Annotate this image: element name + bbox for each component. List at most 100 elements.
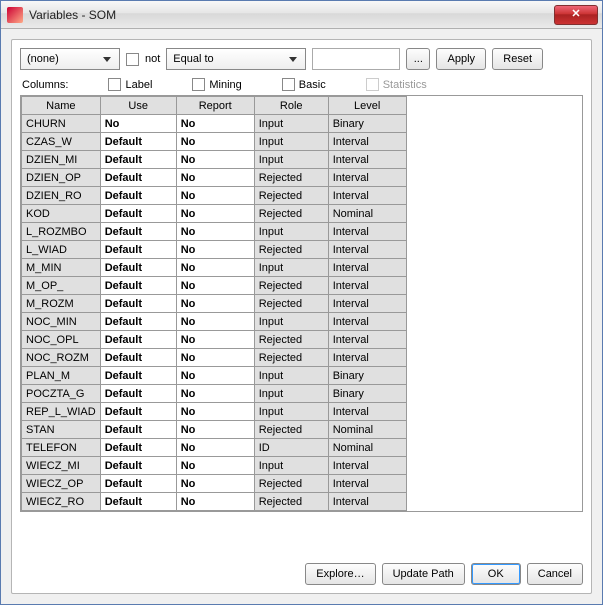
- table-row[interactable]: CHURNNoNoInputBinary: [22, 115, 407, 133]
- cell-role[interactable]: Input: [254, 403, 328, 421]
- cell-use[interactable]: Default: [100, 151, 176, 169]
- cell-level[interactable]: Interval: [328, 241, 406, 259]
- cell-name[interactable]: NOC_MIN: [22, 313, 101, 331]
- cell-role[interactable]: Input: [254, 367, 328, 385]
- cell-name[interactable]: DZIEN_RO: [22, 187, 101, 205]
- cell-use[interactable]: Default: [100, 331, 176, 349]
- cell-level[interactable]: Interval: [328, 493, 406, 511]
- table-row[interactable]: NOC_MINDefaultNoInputInterval: [22, 313, 407, 331]
- cell-level[interactable]: Interval: [328, 133, 406, 151]
- cell-role[interactable]: Rejected: [254, 295, 328, 313]
- cell-level[interactable]: Interval: [328, 331, 406, 349]
- cell-level[interactable]: Binary: [328, 367, 406, 385]
- cell-report[interactable]: No: [176, 475, 254, 493]
- cell-role[interactable]: Rejected: [254, 187, 328, 205]
- cell-report[interactable]: No: [176, 223, 254, 241]
- explore-button[interactable]: Explore…: [305, 563, 375, 585]
- cell-level[interactable]: Interval: [328, 295, 406, 313]
- cell-level[interactable]: Interval: [328, 313, 406, 331]
- cell-role[interactable]: Input: [254, 133, 328, 151]
- cell-level[interactable]: Interval: [328, 151, 406, 169]
- table-row[interactable]: L_WIADDefaultNoRejectedInterval: [22, 241, 407, 259]
- cell-use[interactable]: No: [100, 115, 176, 133]
- table-row[interactable]: REP_L_WIADDefaultNoInputInterval: [22, 403, 407, 421]
- table-row[interactable]: NOC_ROZMDefaultNoRejectedInterval: [22, 349, 407, 367]
- mining-checkbox[interactable]: [192, 78, 205, 91]
- cell-name[interactable]: DZIEN_MI: [22, 151, 101, 169]
- table-row[interactable]: WIECZ_MIDefaultNoInputInterval: [22, 457, 407, 475]
- cell-role[interactable]: Input: [254, 259, 328, 277]
- cell-use[interactable]: Default: [100, 277, 176, 295]
- table-row[interactable]: POCZTA_GDefaultNoInputBinary: [22, 385, 407, 403]
- cell-level[interactable]: Interval: [328, 223, 406, 241]
- cell-name[interactable]: M_MIN: [22, 259, 101, 277]
- cell-role[interactable]: Rejected: [254, 205, 328, 223]
- cell-role[interactable]: Rejected: [254, 241, 328, 259]
- cell-role[interactable]: Input: [254, 385, 328, 403]
- table-row[interactable]: L_ROZMBODefaultNoInputInterval: [22, 223, 407, 241]
- cell-name[interactable]: TELEFON: [22, 439, 101, 457]
- cell-role[interactable]: Input: [254, 151, 328, 169]
- cell-report[interactable]: No: [176, 457, 254, 475]
- cell-report[interactable]: No: [176, 367, 254, 385]
- cell-report[interactable]: No: [176, 295, 254, 313]
- cell-name[interactable]: REP_L_WIAD: [22, 403, 101, 421]
- cell-level[interactable]: Interval: [328, 349, 406, 367]
- cell-use[interactable]: Default: [100, 259, 176, 277]
- cell-level[interactable]: Nominal: [328, 421, 406, 439]
- cell-level[interactable]: Interval: [328, 277, 406, 295]
- cell-name[interactable]: M_ROZM: [22, 295, 101, 313]
- cell-level[interactable]: Interval: [328, 259, 406, 277]
- table-row[interactable]: TELEFONDefaultNoIDNominal: [22, 439, 407, 457]
- cell-report[interactable]: No: [176, 331, 254, 349]
- cell-level[interactable]: Interval: [328, 403, 406, 421]
- cell-name[interactable]: WIECZ_MI: [22, 457, 101, 475]
- cell-role[interactable]: Rejected: [254, 277, 328, 295]
- table-row[interactable]: CZAS_WDefaultNoInputInterval: [22, 133, 407, 151]
- basic-checkbox[interactable]: [282, 78, 295, 91]
- cell-report[interactable]: No: [176, 439, 254, 457]
- cell-name[interactable]: KOD: [22, 205, 101, 223]
- cell-use[interactable]: Default: [100, 421, 176, 439]
- cell-report[interactable]: No: [176, 349, 254, 367]
- cell-name[interactable]: CHURN: [22, 115, 101, 133]
- cell-level[interactable]: Nominal: [328, 439, 406, 457]
- update-path-button[interactable]: Update Path: [382, 563, 465, 585]
- cell-use[interactable]: Default: [100, 403, 176, 421]
- col-header-report[interactable]: Report: [176, 97, 254, 115]
- table-row[interactable]: DZIEN_MIDefaultNoInputInterval: [22, 151, 407, 169]
- table-row[interactable]: DZIEN_RODefaultNoRejectedInterval: [22, 187, 407, 205]
- cell-role[interactable]: Input: [254, 313, 328, 331]
- cell-use[interactable]: Default: [100, 475, 176, 493]
- cell-level[interactable]: Interval: [328, 475, 406, 493]
- cell-use[interactable]: Default: [100, 349, 176, 367]
- browse-button[interactable]: ...: [406, 48, 430, 70]
- table-row[interactable]: NOC_OPLDefaultNoRejectedInterval: [22, 331, 407, 349]
- cell-name[interactable]: WIECZ_OP: [22, 475, 101, 493]
- cancel-button[interactable]: Cancel: [527, 563, 583, 585]
- table-row[interactable]: M_ROZMDefaultNoRejectedInterval: [22, 295, 407, 313]
- table-row[interactable]: KODDefaultNoRejectedNominal: [22, 205, 407, 223]
- cell-use[interactable]: Default: [100, 133, 176, 151]
- cell-report[interactable]: No: [176, 313, 254, 331]
- cell-role[interactable]: Rejected: [254, 169, 328, 187]
- cell-role[interactable]: Rejected: [254, 331, 328, 349]
- cell-level[interactable]: Interval: [328, 457, 406, 475]
- close-button[interactable]: ✕: [554, 5, 598, 25]
- cell-name[interactable]: STAN: [22, 421, 101, 439]
- cell-report[interactable]: No: [176, 187, 254, 205]
- cell-report[interactable]: No: [176, 205, 254, 223]
- cell-level[interactable]: Binary: [328, 385, 406, 403]
- not-checkbox[interactable]: [126, 53, 139, 66]
- cell-role[interactable]: Input: [254, 115, 328, 133]
- table-row[interactable]: DZIEN_OPDefaultNoRejectedInterval: [22, 169, 407, 187]
- cell-report[interactable]: No: [176, 385, 254, 403]
- cell-role[interactable]: Rejected: [254, 493, 328, 511]
- filter-field-combo[interactable]: (none): [20, 48, 120, 70]
- table-row[interactable]: WIECZ_RODefaultNoRejectedInterval: [22, 493, 407, 511]
- cell-use[interactable]: Default: [100, 385, 176, 403]
- cell-use[interactable]: Default: [100, 313, 176, 331]
- cell-use[interactable]: Default: [100, 187, 176, 205]
- cell-role[interactable]: Input: [254, 457, 328, 475]
- table-header-row[interactable]: Name Use Report Role Level: [22, 97, 407, 115]
